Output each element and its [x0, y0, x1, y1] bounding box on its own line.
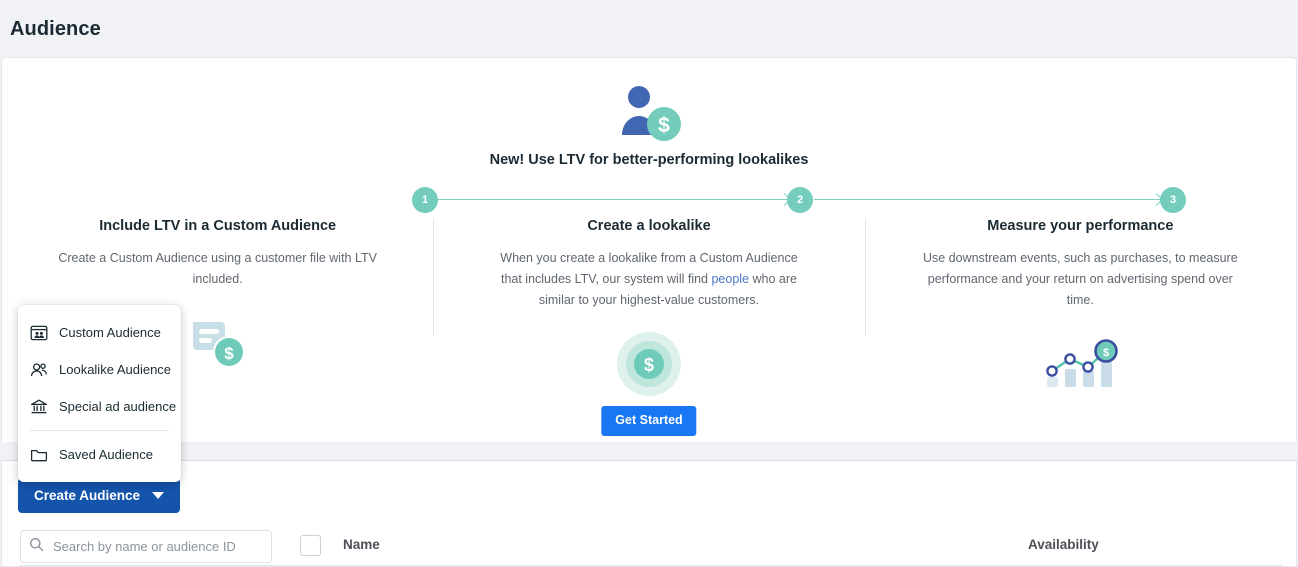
menu-item-label: Special ad audience [59, 399, 177, 414]
custom-audience-icon [30, 324, 48, 342]
menu-item-saved-audience[interactable]: Saved Audience [18, 436, 181, 473]
column-header-availability[interactable]: Availability [1028, 537, 1099, 552]
page-title: Audience [10, 17, 101, 40]
step-bubble-1: 1 [412, 187, 438, 213]
get-started-button[interactable]: Get Started [601, 406, 697, 436]
person-with-dollar-icon: $ [613, 84, 685, 142]
people-link[interactable]: people [711, 272, 749, 286]
promo-column-1-title: Include LTV in a Custom Audience [99, 218, 337, 234]
column-header-name[interactable]: Name [343, 537, 380, 552]
promo-headline: New! Use LTV for better-performing looka… [489, 152, 809, 168]
page-header: Audience [0, 0, 1298, 58]
search-input[interactable] [51, 538, 263, 555]
promo-column-2-title: Create a lookalike [587, 218, 711, 234]
promo-column-create-lookalike: Create a lookalike When you create a loo… [433, 218, 864, 399]
ltv-promo-card: $ New! Use LTV for better-performing loo… [1, 57, 1297, 442]
folder-icon [30, 446, 48, 464]
bar-chart-with-dollar-icon: $ [883, 329, 1278, 399]
promo-column-3-title: Measure your performance [987, 218, 1174, 234]
menu-divider [30, 430, 169, 431]
select-all-checkbox[interactable] [300, 535, 321, 556]
create-audience-button[interactable]: Create Audience [18, 478, 181, 513]
menu-item-label: Saved Audience [59, 447, 153, 462]
search-icon [29, 537, 44, 557]
promo-column-2-body: When you create a lookalike from a Custo… [489, 248, 809, 311]
svg-text:$: $ [644, 355, 654, 375]
rail-segment-1 [438, 199, 788, 200]
menu-item-label: Custom Audience [59, 325, 161, 340]
chevron-down-icon [152, 492, 165, 499]
search-box[interactable] [20, 530, 272, 563]
rail-segment-2 [814, 199, 1161, 200]
svg-text:$: $ [224, 344, 234, 363]
lookalike-audience-icon [30, 361, 48, 379]
menu-item-special-ad-audience[interactable]: Special ad audience [18, 388, 181, 425]
create-audience-label: Create Audience [34, 488, 141, 503]
svg-text:$: $ [658, 114, 670, 137]
menu-item-label: Lookalike Audience [59, 362, 172, 377]
audience-table-card: Create Audience Name Availability [1, 461, 1297, 567]
promo-column-1-body: Create a Custom Audience using a custome… [58, 251, 377, 286]
bank-icon [30, 398, 48, 416]
svg-text:$: $ [1103, 347, 1109, 359]
create-audience-dropdown-menu: Custom Audience Lookalike Audience Speci [18, 305, 181, 482]
promo-columns: Include LTV in a Custom Audience Create … [2, 218, 1296, 399]
promo-column-3-body: Use downstream events, such as purchases… [922, 251, 1238, 307]
table-header-underline [20, 565, 1282, 566]
menu-item-lookalike-audience[interactable]: Lookalike Audience [18, 351, 181, 388]
promo-column-measure-performance: Measure your performance Use downstream … [864, 218, 1296, 399]
step-bubble-2: 2 [787, 187, 813, 213]
steps-progress-rail: 1 2 3 [2, 187, 1296, 213]
menu-item-custom-audience[interactable]: Custom Audience [18, 314, 181, 351]
dollar-target-icon: $ [451, 329, 846, 399]
section-divider [0, 442, 1298, 461]
step-bubble-3: 3 [1160, 187, 1186, 213]
